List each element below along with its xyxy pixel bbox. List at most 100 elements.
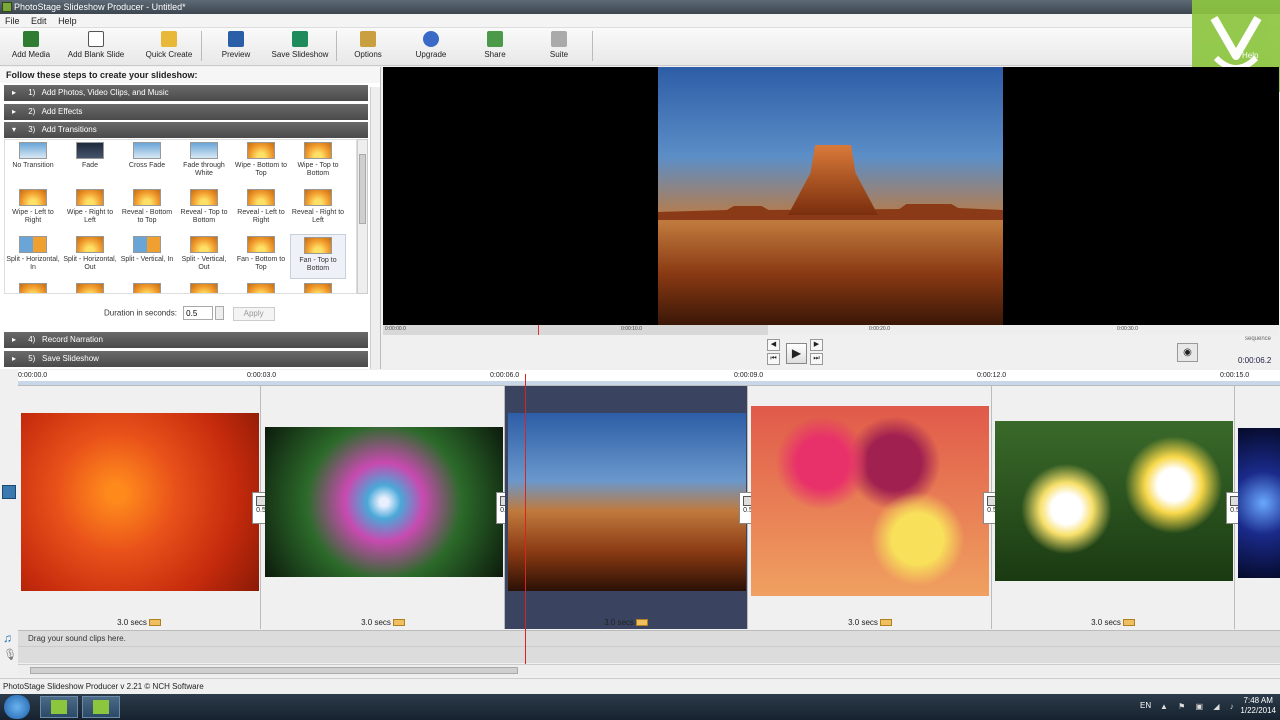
preview-button[interactable]: Preview [218,31,254,63]
transition-option[interactable] [176,281,232,293]
preview-timeline[interactable]: 0:00:00.0 0:00:10.0 0:00:20.0 0:00:30.0 [383,325,1279,335]
transition-option[interactable]: Fade through White [176,140,232,185]
transition-option[interactable]: Wipe - Top to Bottom [290,140,346,185]
share-button[interactable]: Share [478,31,512,63]
duration-handle[interactable] [148,619,161,627]
transition-option[interactable]: Split - Vertical, In [119,234,175,279]
clip-thumbnail [508,413,746,591]
taskbar-app-1[interactable] [40,696,78,718]
menu-file[interactable]: File [5,16,20,26]
save-slideshow-button[interactable]: Save Slideshow [270,31,330,63]
panel-scrollbar[interactable] [370,87,380,369]
upgrade-button[interactable]: Upgrade [412,31,450,63]
prev-frame-button[interactable]: ◀ [767,339,780,351]
tray-icons[interactable]: ▲ ⚑ ▣ ◢ ♪ [1160,702,1238,711]
transition-option[interactable] [119,281,175,293]
transition-thumbnail [133,142,161,159]
quick-create-button[interactable]: Quick Create [142,31,196,63]
suite-button[interactable]: Suite [542,31,576,63]
duration-spinner[interactable] [215,306,225,320]
options-button[interactable]: Options [350,31,386,63]
transition-option[interactable]: Split - Horizontal, Out [62,234,118,279]
clip-fractal-flower[interactable]: 3.0 secs [262,386,505,629]
step-add-effects[interactable]: ▸ 2) Add Effects [4,104,368,120]
video-track-icon [2,485,16,499]
toolbar: Add Media Add Blank Slide Quick Create P… [0,28,1280,66]
snapshot-button[interactable]: ◉ [1177,343,1198,362]
step-record-narration[interactable]: ▸ 4) Record Narration [4,332,368,348]
transition-option[interactable] [290,281,346,293]
duration-handle[interactable] [1122,619,1135,627]
transition-option[interactable]: Reveal - Right to Left [290,187,346,232]
transition-option[interactable]: Wipe - Left to Right [5,187,61,232]
transition-option[interactable] [233,281,289,293]
transition-option[interactable]: Wipe - Right to Left [62,187,118,232]
transition-option[interactable]: Split - Horizontal, In [5,234,61,279]
transition-thumbnail [76,189,104,206]
transition-thumbnail [19,236,47,253]
expand-arrow-icon: ▸ [12,335,17,344]
transition-thumbnail [76,142,104,159]
transition-option[interactable]: Fan - Bottom to Top [233,234,289,279]
go-end-button[interactable]: ⏭ [810,353,823,365]
transition-option[interactable]: Reveal - Bottom to Top [119,187,175,232]
timeline-scrollbar[interactable] [18,664,1280,676]
transition-option[interactable]: Wipe - Bottom to Top [233,140,289,185]
duration-handle[interactable] [392,619,405,627]
clip-plumeria[interactable]: 3.0 secs [992,386,1235,629]
clip-desert-butte[interactable]: 3.0 secs [505,386,748,629]
clip-roses[interactable]: 3.0 secs [749,386,992,629]
duration-input[interactable] [183,306,214,320]
transition-thumbnail [247,142,275,159]
transition-thumbnail [247,283,275,293]
menu-edit[interactable]: Edit [31,16,47,26]
apply-button[interactable]: Apply [232,306,275,321]
clip-partial-thumbnail[interactable] [1238,428,1280,578]
next-frame-button[interactable]: ▶ [810,339,823,351]
add-media-button[interactable]: Add Media [8,31,54,63]
narration-track[interactable] [18,646,1280,663]
transition-option[interactable]: Fade [62,140,118,185]
play-button[interactable]: ▶ [786,343,807,364]
transition-label: Reveal - Bottom to Top [121,209,173,224]
expand-arrow-icon: ▸ [12,107,17,116]
transition-option[interactable]: Reveal - Left to Right [233,187,289,232]
transition-option[interactable]: Reveal - Top to Bottom [176,187,232,232]
transition-label: Fan - Top to Bottom [299,257,337,272]
transition-thumbnail [76,283,104,293]
blank-slide-icon [88,31,104,47]
sound-track[interactable]: Drag your sound clips here. [18,630,1280,646]
clock[interactable]: 7:48 AM 1/22/2014 [1240,696,1276,716]
transport-controls: ◀ ▶ ⏮ ⏭ ▶ ◉ sequence 0:00:06.2 [383,336,1279,369]
transitions-scrollbar[interactable] [357,139,368,294]
duration-handle[interactable] [635,619,648,627]
transition-option[interactable] [5,281,61,293]
step-add-transitions[interactable]: ▾ 3) Add Transitions [4,122,368,138]
transition-option[interactable]: Split - Vertical, Out [176,234,232,279]
clip-thumbnail [995,421,1233,581]
clip-thumbnail [21,413,259,591]
transition-label: No Transition [12,162,54,169]
transition-label: Split - Vertical, Out [181,256,227,271]
expand-arrow-icon: ▸ [12,354,17,363]
menu-help[interactable]: Help [58,16,77,26]
transition-option[interactable]: No Transition [5,140,61,185]
clip-orange-flower[interactable]: 3.0 secs [18,386,261,629]
step-add-photos[interactable]: ▸ 1) Add Photos, Video Clips, and Music [4,85,368,101]
playhead[interactable] [525,374,526,664]
transition-label: Split - Horizontal, In [6,256,60,271]
duration-handle[interactable] [879,619,892,627]
step-save-slideshow[interactable]: ▸ 5) Save Slideshow [4,351,368,367]
preview-position-marker[interactable] [538,325,539,335]
start-button[interactable] [4,695,30,719]
go-start-button[interactable]: ⏮ [767,353,780,365]
menu-bar: File Edit Help [0,14,1280,28]
language-indicator[interactable]: EN [1140,701,1151,710]
timeline-ruler[interactable]: 0:00:00.0 0:00:03.0 0:00:06.0 0:00:09.0 … [18,370,1280,386]
transition-option[interactable] [62,281,118,293]
transition-option[interactable]: Fan - Top to Bottom [290,234,346,279]
transition-option[interactable]: Cross Fade [119,140,175,185]
add-blank-slide-button[interactable]: Add Blank Slide [64,31,128,63]
taskbar-app-2[interactable] [82,696,120,718]
help-button[interactable]: Help [1242,51,1258,60]
